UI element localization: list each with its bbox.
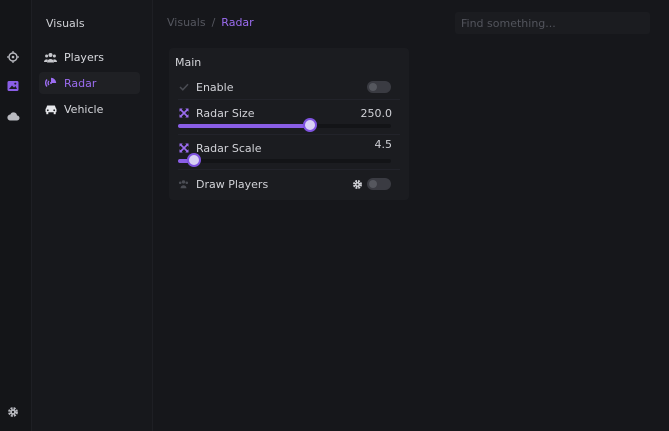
breadcrumb-current: Radar — [221, 16, 254, 29]
divider — [178, 134, 400, 135]
image-icon[interactable] — [6, 79, 20, 93]
sidebar-item-players[interactable]: Players — [39, 46, 140, 68]
slider-fill — [178, 124, 311, 128]
check-icon — [178, 82, 189, 93]
radar-scale-slider[interactable] — [178, 155, 391, 165]
radar-scale-value: 4.5 — [374, 138, 393, 151]
car-icon — [44, 103, 57, 116]
search-input[interactable]: Find something... — [455, 12, 650, 34]
crosshair-icon[interactable] — [6, 50, 20, 64]
divider — [178, 169, 400, 170]
breadcrumb-separator: / — [211, 16, 216, 29]
gear-icon[interactable] — [352, 179, 363, 190]
draw-players-toggle[interactable] — [367, 178, 391, 190]
enable-toggle[interactable] — [367, 81, 391, 93]
breadcrumb: Visuals / Radar — [167, 16, 254, 29]
draw-players-row: Draw Players — [178, 176, 400, 192]
expand-icon — [178, 108, 189, 119]
radar-size-label: Radar Size — [196, 106, 255, 120]
enable-label: Enable — [196, 80, 234, 94]
divider — [178, 99, 400, 100]
radar-scale-label: Radar Scale — [196, 141, 262, 155]
sidebar-item-radar[interactable]: Radar — [39, 72, 140, 94]
cloud-icon[interactable] — [6, 109, 20, 123]
sidebar-item-label: Players — [64, 50, 104, 64]
radar-size-slider[interactable] — [178, 120, 391, 130]
panel-title: Main — [175, 56, 202, 69]
sidebar: Visuals Players Radar Vehicle — [32, 0, 153, 431]
sidebar-item-vehicle[interactable]: Vehicle — [39, 98, 140, 120]
draw-players-label: Draw Players — [196, 177, 269, 191]
users-icon — [44, 51, 57, 64]
sidebar-item-label: Radar — [64, 76, 97, 90]
radar-size-row: Radar Size 250.0 — [178, 105, 400, 121]
breadcrumb-parent[interactable]: Visuals — [167, 16, 206, 29]
main-panel: Main Enable Radar Size 250.0 Radar Scale… — [169, 48, 409, 200]
sidebar-title: Visuals — [46, 17, 85, 30]
settings-icon[interactable] — [6, 405, 20, 419]
expand-icon — [178, 143, 189, 154]
slider-thumb[interactable] — [188, 155, 199, 165]
slider-thumb[interactable] — [305, 120, 316, 130]
sidebar-item-label: Vehicle — [64, 102, 104, 116]
icon-rail — [0, 0, 32, 431]
enable-row: Enable — [178, 79, 400, 95]
users-icon — [178, 179, 189, 190]
radar-scale-row: Radar Scale 4.5 — [178, 138, 400, 156]
radar-size-value: 250.0 — [360, 106, 393, 120]
radar-icon — [44, 77, 57, 90]
